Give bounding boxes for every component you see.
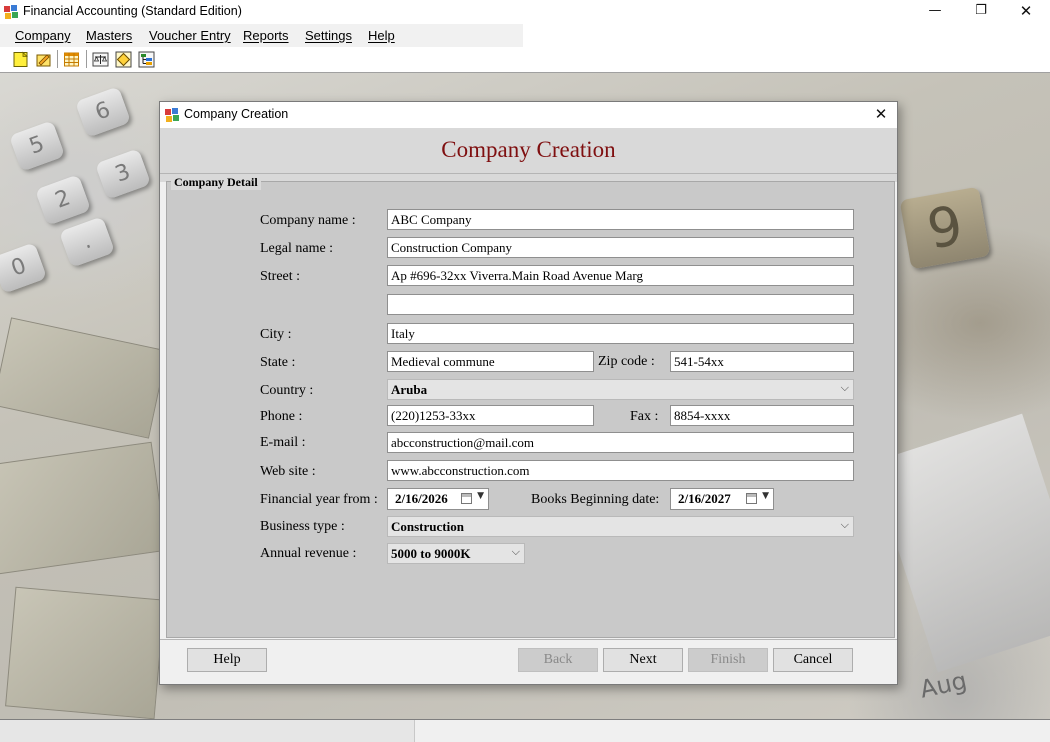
background-calendar-text: Aug [917, 666, 970, 704]
chevron-down-icon: ⌵ [840, 518, 849, 531]
books-beginning-date-datepicker[interactable]: 2/16/2027 ▼ [670, 488, 774, 510]
calendar-icon [461, 493, 472, 504]
fax-label: Fax : [630, 409, 659, 424]
cancel-button[interactable]: Cancel [773, 648, 853, 672]
annual-revenue-label: Annual revenue : [260, 546, 357, 561]
street-label: Street : [260, 269, 301, 284]
chevron-down-icon: ⌵ [511, 545, 520, 558]
dropdown-arrow-icon: ▼ [477, 491, 484, 501]
menu-company[interactable]: Company [15, 28, 71, 43]
dropdown-arrow-icon: ▼ [762, 491, 769, 501]
background-banknote [0, 317, 168, 439]
phone-label: Phone : [260, 409, 303, 424]
menu-masters[interactable]: Masters [86, 28, 132, 43]
new-company-icon[interactable] [12, 51, 29, 68]
city-field[interactable]: Italy [387, 323, 854, 344]
company-name-field[interactable]: ABC Company [387, 209, 854, 230]
state-field[interactable]: Medieval commune [387, 351, 594, 372]
street-field[interactable]: Ap #696-32xx Viverra.Main Road Avenue Ma… [387, 265, 854, 286]
menu-settings[interactable]: Settings [305, 28, 352, 43]
menu-help[interactable]: Help [368, 28, 395, 43]
app-logo-icon [4, 5, 18, 19]
email-field[interactable]: abcconstruction@mail.com [387, 432, 854, 453]
background-calculator-key: 0 [0, 242, 48, 294]
country-dropdown[interactable]: Aruba ⌵ [387, 379, 854, 400]
street-line2-field[interactable] [387, 294, 854, 315]
legal-name-field[interactable]: Construction Company [387, 237, 854, 258]
chevron-down-icon: ⌵ [840, 381, 849, 394]
dialog-header: Company Creation [160, 128, 897, 174]
next-button[interactable]: Next [603, 648, 683, 672]
financial-year-from-label: Financial year from : [260, 492, 378, 507]
app-logo-icon [165, 108, 179, 122]
website-label: Web site : [260, 464, 316, 479]
back-button[interactable]: Back [518, 648, 598, 672]
app-title: Financial Accounting (Standard Edition) [23, 4, 242, 18]
help-button[interactable]: Help [187, 648, 267, 672]
website-field[interactable]: www.abcconstruction.com [387, 460, 854, 481]
zip-code-field[interactable]: 541-54xx [670, 351, 854, 372]
company-name-label: Company name : [260, 213, 356, 228]
calendar-icon [746, 493, 757, 504]
menu-voucher-entry[interactable]: Voucher Entry [149, 28, 231, 43]
close-window-button[interactable]: ✕ [1003, 0, 1049, 24]
city-label: City : [260, 327, 292, 342]
country-label: Country : [260, 383, 314, 398]
legal-name-label: Legal name : [260, 241, 334, 256]
menu-reports[interactable]: Reports [243, 28, 289, 43]
dialog-titlebar: Company Creation ✕ [160, 102, 897, 128]
business-type-label: Business type : [260, 519, 345, 534]
close-dialog-button[interactable]: ✕ [866, 103, 896, 127]
background-calculator-key: 3 [94, 148, 152, 200]
books-beginning-date-value: 2/16/2027 [678, 491, 731, 506]
business-type-dropdown[interactable]: Construction ⌵ [387, 516, 854, 537]
open-company-icon[interactable] [35, 51, 52, 68]
maximize-button[interactable]: ❐ [958, 0, 1004, 24]
fax-field[interactable]: 8854-xxxx [670, 405, 854, 426]
toolbar [0, 47, 1050, 71]
annual-revenue-value: 5000 to 9000K [391, 546, 471, 561]
status-bar-panel [0, 720, 415, 742]
background-banknote [5, 586, 165, 719]
toolbar-separator [57, 50, 58, 68]
background-calculator-key: . [58, 216, 116, 268]
financial-year-from-datepicker[interactable]: 2/16/2026 ▼ [387, 488, 489, 510]
background-calculator-key: 9 [899, 186, 991, 270]
phone-field[interactable]: (220)1253-33xx [387, 405, 594, 426]
toolbar-separator [86, 50, 87, 68]
menu-bar: Company Masters Voucher Entry Reports Se… [0, 24, 1050, 47]
table-icon[interactable] [63, 51, 80, 68]
diamond-icon[interactable] [115, 51, 132, 68]
country-value: Aruba [391, 382, 428, 397]
state-label: State : [260, 355, 296, 370]
page-title: Company Creation [441, 137, 616, 162]
annual-revenue-dropdown[interactable]: 5000 to 9000K ⌵ [387, 543, 525, 564]
group-label: Company Detail [171, 175, 261, 190]
balance-scale-icon[interactable] [92, 51, 109, 68]
dialog-title: Company Creation [184, 107, 289, 121]
background-calculator-key: 6 [74, 86, 132, 138]
business-type-value: Construction [391, 519, 464, 534]
dialog-footer: Help Back Next Finish Cancel [160, 639, 897, 684]
books-beginning-date-label: Books Beginning date: [531, 492, 660, 507]
finish-button[interactable]: Finish [688, 648, 768, 672]
minimize-button[interactable]: — [912, 0, 958, 24]
email-label: E-mail : [260, 435, 306, 450]
app-titlebar: Financial Accounting (Standard Edition) … [0, 0, 1050, 24]
financial-year-from-value: 2/16/2026 [395, 491, 448, 506]
tree-chart-icon[interactable] [138, 51, 155, 68]
background-banknote [0, 441, 167, 575]
company-creation-dialog: Company Creation ✕ Company Creation Comp… [159, 101, 898, 685]
background-calculator-key: 2 [34, 174, 92, 226]
background-calculator-key: 5 [8, 120, 66, 172]
zip-code-label: Zip code : [598, 354, 655, 369]
status-bar [0, 720, 1050, 742]
